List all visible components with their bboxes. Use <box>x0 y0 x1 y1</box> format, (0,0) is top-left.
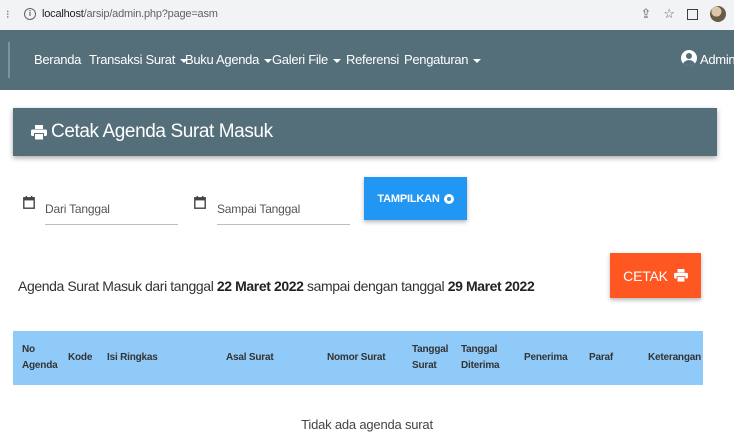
print-button[interactable]: CETAK <box>610 253 701 298</box>
col-isi-ringkas: Isi Ringkas <box>107 352 158 363</box>
date-range-heading: Agenda Surat Masuk dari tanggal 22 Maret… <box>18 278 535 294</box>
nav-galeri-file[interactable]: Galeri File <box>272 52 341 67</box>
nav-transaksi-surat[interactable]: Transaksi Surat <box>89 52 189 67</box>
nav-beranda-label: Beranda <box>34 52 82 67</box>
range-to-date: 29 Maret 2022 <box>447 278 535 294</box>
col-keterangan: Keterangan <box>648 352 702 363</box>
nav-buku-agenda[interactable]: Buku Agenda <box>185 52 273 67</box>
browser-toolbar: ⁝ i localhost/arsip/admin.php?page=asm ⇪… <box>0 0 734 30</box>
from-date-field[interactable]: Dari Tanggal <box>45 188 178 226</box>
printer-icon <box>31 125 47 140</box>
profile-avatar[interactable] <box>710 6 726 22</box>
nav-buku-agenda-label: Buku Agenda <box>185 52 260 67</box>
to-date-underline <box>217 224 350 225</box>
eye-icon <box>443 193 454 204</box>
from-date-label: Dari Tanggal <box>45 202 110 216</box>
calendar-icon <box>23 196 35 209</box>
to-date-field[interactable]: Sampai Tanggal <box>217 188 350 226</box>
nav-referensi-label: Referensi <box>346 52 399 67</box>
url-host: localhost <box>42 8 84 20</box>
print-button-label: CETAK <box>623 267 668 284</box>
chevron-down-icon <box>473 58 482 63</box>
from-date-underline <box>45 224 178 225</box>
chevron-down-icon <box>264 58 273 63</box>
url-path: /arsip/admin.php?page=asm <box>83 8 218 20</box>
col-nomor-surat: Nomor Surat <box>327 352 386 363</box>
nav-referensi[interactable]: Referensi <box>346 52 399 67</box>
navbar-divider <box>8 42 10 78</box>
col-penerima: Penerima <box>524 352 568 363</box>
col-paraf: Paraf <box>589 352 614 363</box>
nav-pengaturan-label: Pengaturan <box>404 52 469 67</box>
show-button-label: TAMPILKAN <box>377 192 440 205</box>
chevron-down-icon <box>332 58 341 63</box>
user-icon[interactable] <box>681 50 697 66</box>
range-prefix: Agenda Surat Masuk dari tanggal <box>18 278 217 294</box>
empty-table-message: Tidak ada agenda surat <box>301 417 433 432</box>
nav-beranda[interactable]: Beranda <box>34 52 81 67</box>
printer-icon <box>673 269 688 282</box>
col-tanggal-surat: Tanggal Surat <box>412 344 449 371</box>
col-tanggal-diterima: Tanggal Diterima <box>461 344 500 371</box>
range-from-date: 22 Maret 2022 <box>216 278 304 294</box>
page-title: Cetak Agenda Surat Masuk <box>51 121 273 142</box>
calendar-icon <box>194 196 206 209</box>
main-navbar: Beranda Transaksi Surat Buku Agenda Gale… <box>0 30 734 90</box>
col-no-agenda: No Agenda <box>22 344 58 371</box>
agenda-table-header: No Agenda Kode Isi Ringkas Asal Surat No… <box>13 331 703 385</box>
col-asal-surat: Asal Surat <box>226 352 274 363</box>
page-title-card: Cetak Agenda Surat Masuk <box>13 108 717 156</box>
star-icon[interactable]: ☆ <box>663 6 675 22</box>
show-button[interactable]: TAMPILKAN <box>364 177 467 220</box>
nav-transaksi-surat-label: Transaksi Surat <box>89 52 176 67</box>
browser-menu-icon[interactable]: ⁝ <box>6 8 10 21</box>
nav-pengaturan[interactable]: Pengaturan <box>404 52 482 67</box>
share-icon[interactable]: ⇪ <box>640 6 651 22</box>
range-middle: sampai dengan tanggal <box>303 278 448 294</box>
nav-galeri-file-label: Galeri File <box>272 52 328 67</box>
to-date-label: Sampai Tanggal <box>217 202 301 216</box>
address-bar[interactable]: localhost/arsip/admin.php?page=asm <box>42 8 218 20</box>
nav-user-admin[interactable]: Admin <box>700 52 734 67</box>
sidepanel-icon[interactable] <box>687 8 698 20</box>
col-kode: Kode <box>68 352 93 363</box>
info-icon[interactable]: i <box>24 8 36 20</box>
